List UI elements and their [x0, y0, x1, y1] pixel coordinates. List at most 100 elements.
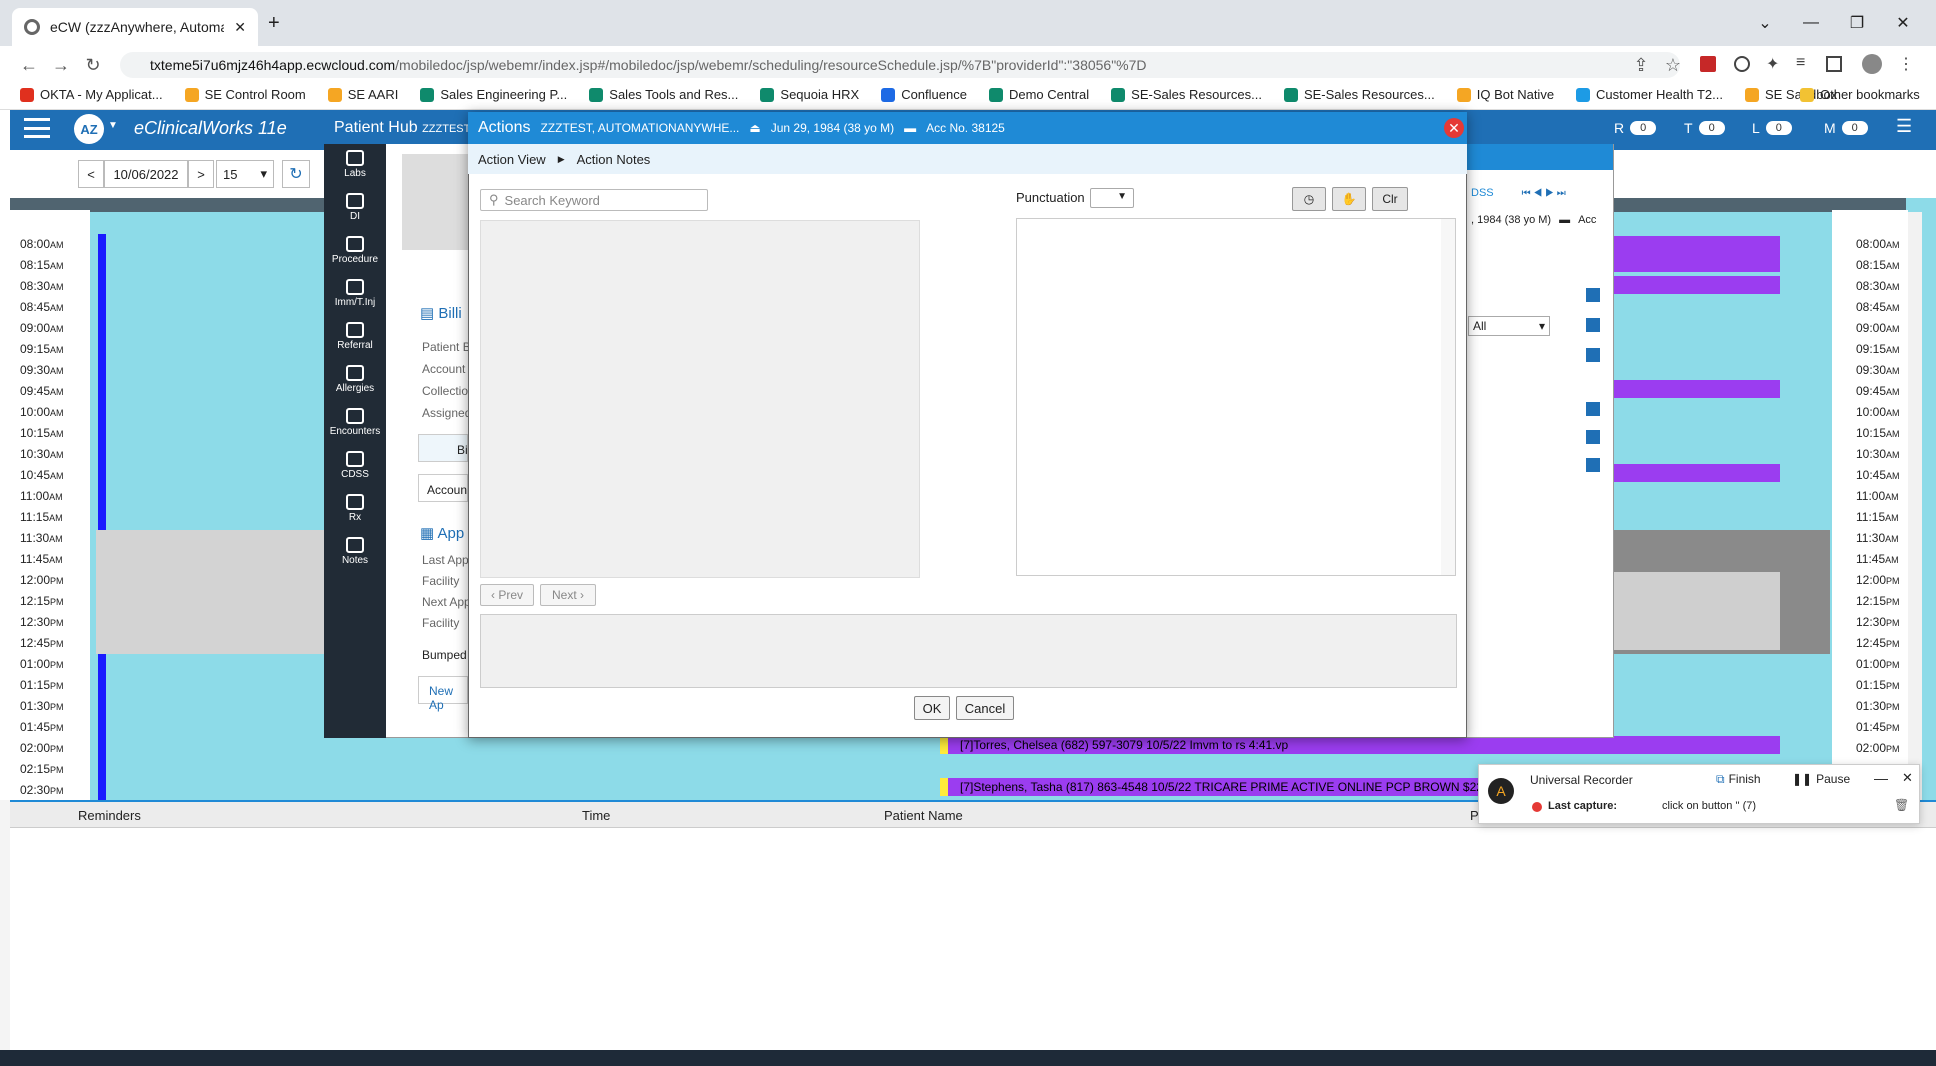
schedule-scrollbar[interactable] [1908, 212, 1922, 802]
counter-l[interactable]: L0 [1752, 120, 1792, 136]
crumb-action-view[interactable]: Action View [478, 152, 546, 167]
other-bookmarks[interactable]: Other bookmarks [1800, 87, 1920, 102]
textarea-scrollbar[interactable] [1441, 219, 1455, 575]
cancel-button[interactable]: Cancel [956, 696, 1014, 720]
new-tab-button[interactable]: + [268, 12, 280, 35]
appointment-block[interactable]: [7]Torres, Chelsea (682) 597-3079 10/5/2… [940, 736, 1780, 754]
notes-preview-box[interactable] [480, 614, 1457, 688]
close-icon[interactable]: ✕ [1902, 770, 1913, 786]
hub-nav-allergies[interactable]: Allergies [324, 361, 386, 405]
finish-button[interactable]: ⧉ Finish [1716, 772, 1761, 787]
new-appt-button[interactable]: New Ap [418, 676, 468, 712]
dialog-acc: Acc No. 38125 [926, 121, 1005, 135]
back-icon[interactable]: ← [14, 50, 44, 80]
clock-icon[interactable]: ◷ [1292, 187, 1326, 211]
close-window-icon[interactable]: ✕ [1880, 8, 1926, 38]
next-day-button[interactable]: > [188, 160, 214, 188]
bookmark-item[interactable]: Confluence [881, 87, 967, 102]
bookmark-item[interactable]: Demo Central [988, 87, 1089, 102]
counter-r[interactable]: R0 [1614, 120, 1657, 136]
account-button[interactable]: Accoun [418, 474, 468, 502]
col-reminders[interactable]: Reminders [78, 808, 141, 823]
bookmark-item[interactable]: SE-Sales Resources... [1283, 87, 1435, 102]
bookmark-item[interactable]: SE Control Room [184, 87, 306, 102]
reload-icon[interactable]: ↻ [78, 50, 108, 80]
minimize-icon[interactable]: — [1874, 770, 1888, 786]
more-icon[interactable] [1586, 348, 1600, 362]
col-time[interactable]: Time [582, 808, 610, 823]
pause-button[interactable]: ❚❚ Pause [1792, 772, 1850, 786]
tab-close-icon[interactable]: ✕ [234, 19, 246, 36]
more-icon[interactable] [1586, 318, 1600, 332]
pager-icons[interactable]: ⏮ ◀ ▶ ⏭ [1522, 188, 1566, 199]
hub-nav-encounters[interactable]: Encounters [324, 404, 386, 448]
share-icon[interactable]: ⇪ [1626, 50, 1656, 80]
bookmark-item[interactable]: IQ Bot Native [1456, 87, 1554, 102]
bookmark-item[interactable]: OKTA - My Applicat... [20, 87, 163, 102]
bill-button[interactable]: Bil [418, 434, 470, 462]
bookmark-item[interactable]: Sales Engineering P... [420, 87, 567, 102]
tab-search-icon[interactable]: ⌄ [1742, 8, 1788, 38]
billing-section-title: ▤ Billi [420, 305, 462, 322]
hub-nav-imm-t-inj[interactable]: Imm/T.Inj [324, 275, 386, 319]
bookmark-item[interactable]: SE-Sales Resources... [1111, 87, 1262, 102]
hub-nav-labs[interactable]: Labs [324, 146, 386, 190]
hub-nav-referral[interactable]: Referral [324, 318, 386, 362]
user-avatar[interactable]: AZ [74, 114, 104, 144]
bookmark-item[interactable]: Sales Tools and Res... [589, 87, 738, 102]
hub-nav-cdss[interactable]: CDSS [324, 447, 386, 491]
puzzle-icon[interactable]: ✦ [1766, 54, 1779, 74]
more-icon[interactable] [1586, 458, 1600, 472]
minimize-icon[interactable]: — [1788, 8, 1834, 38]
appointment-block[interactable] [1614, 236, 1780, 272]
hub-nav-procedure[interactable]: Procedure [324, 232, 386, 276]
prev-button[interactable]: ‹ Prev [480, 584, 534, 606]
appointment-block[interactable] [1614, 380, 1780, 398]
more-icon[interactable] [1586, 430, 1600, 444]
col-patient-name[interactable]: Patient Name [884, 808, 963, 823]
bookmark-item[interactable]: Customer Health T2... [1576, 87, 1723, 102]
interval-select[interactable]: 15 ▾ [216, 160, 274, 188]
forward-icon[interactable]: → [46, 50, 76, 80]
restore-icon[interactable]: ❐ [1834, 8, 1880, 38]
hub-nav-rx[interactable]: Rx [324, 490, 386, 534]
action-list-box[interactable] [480, 220, 920, 578]
clear-button[interactable]: Clr [1372, 187, 1408, 211]
time-slot-label: 02:00PM [20, 741, 64, 755]
hamburger-menu-icon[interactable] [24, 118, 50, 138]
filter-select[interactable]: All ▾ [1468, 316, 1550, 336]
trash-icon[interactable]: 🗑 [1894, 798, 1909, 812]
appointment-block[interactable]: [7]Stephens, Tasha (817) 863-4548 10/5/2… [940, 778, 1502, 796]
media-icon[interactable]: ≡ [1796, 54, 1805, 72]
counter-m[interactable]: M0 [1824, 120, 1868, 136]
ok-button[interactable]: OK [914, 696, 950, 720]
bookmark-star-icon[interactable]: ☆ [1658, 50, 1688, 80]
appointment-block[interactable] [1614, 464, 1780, 482]
sidepanel-icon[interactable] [1826, 56, 1842, 72]
bookmark-item[interactable]: SE AARI [327, 87, 398, 102]
punctuation-select[interactable]: ▼ [1090, 188, 1134, 208]
action-notes-textarea[interactable] [1016, 218, 1456, 576]
hand-icon[interactable]: ✋ [1332, 187, 1366, 211]
kebab-menu-icon[interactable]: ⋮ [1898, 54, 1914, 74]
dialog-close-icon[interactable]: ✕ [1444, 118, 1464, 138]
date-field[interactable]: 10/06/2022 [104, 160, 188, 188]
avatar-dropdown-icon[interactable]: ▼ [108, 120, 118, 131]
next-button[interactable]: Next › [540, 584, 596, 606]
hub-nav-notes[interactable]: Notes [324, 533, 386, 577]
profile-avatar[interactable] [1862, 54, 1882, 74]
browser-tab[interactable]: eCW (zzzAnywhere, Automation ✕ [12, 8, 258, 46]
hub-nav-di[interactable]: DI [324, 189, 386, 233]
appointment-block[interactable] [1614, 276, 1780, 294]
bookmark-item[interactable]: Sequoia HRX [760, 87, 859, 102]
counter-t[interactable]: T0 [1684, 120, 1725, 136]
prev-day-button[interactable]: < [78, 160, 104, 188]
extension-icon[interactable] [1700, 56, 1716, 72]
more-icon[interactable] [1586, 402, 1600, 416]
url-field[interactable]: txteme5i7u6mjz46h4app.ecwcloud.com/mobil… [120, 52, 1680, 78]
extension-icon[interactable] [1734, 56, 1750, 72]
more-icon[interactable] [1586, 288, 1600, 302]
refresh-icon[interactable]: ↻ [282, 160, 310, 188]
search-keyword-input[interactable]: ⚲ Search Keyword [480, 189, 708, 211]
list-menu-icon[interactable]: ☰ [1896, 116, 1912, 137]
